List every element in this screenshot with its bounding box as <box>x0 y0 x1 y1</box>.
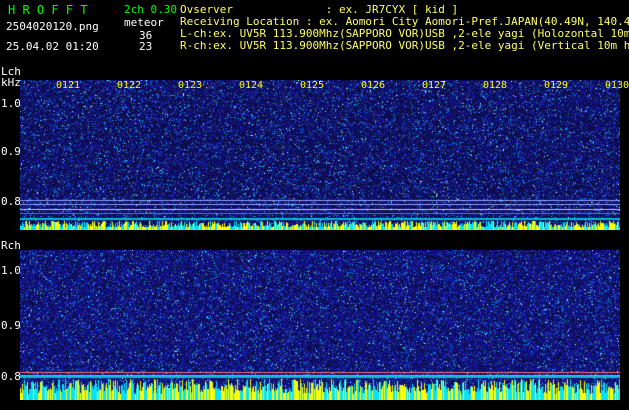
time-tick-label: 0124 <box>239 80 264 91</box>
filename-label: 2504020120.png <box>6 20 99 33</box>
time-tick-label: 0122 <box>117 80 142 91</box>
meteor-label: meteor <box>124 16 164 29</box>
time-tick-label: 0130 <box>605 80 629 91</box>
time-tick-label: 0127 <box>422 80 447 91</box>
mode-label: 2ch 0.30 <box>124 3 177 16</box>
time-tick-label: 0123 <box>178 80 203 91</box>
location-info: Receiving Location : ex. Aomori City Aom… <box>180 15 629 28</box>
rch-ytick-1.0: 1.0 <box>1 264 21 277</box>
time-tick-label: 0126 <box>361 80 386 91</box>
app-title: H R O F F T <box>8 3 88 17</box>
lch-ytick-1.0: 1.0 <box>1 97 21 110</box>
lch-spectrogram <box>20 80 620 230</box>
khz-unit-label: kHz <box>1 76 21 89</box>
time-tick-label: 0121 <box>56 80 81 91</box>
datetime-label: 25.04.02 01:20 <box>6 40 99 53</box>
lch-ytick-0.9: 0.9 <box>1 145 21 158</box>
rch-label: Rch <box>1 239 21 252</box>
rch-info: R-ch:ex. UV5R 113.900Mhz(SAPPORO VOR)USB… <box>180 40 629 51</box>
rch-ytick-0.8: 0.8 <box>1 370 21 383</box>
rch-spectrogram <box>20 250 620 400</box>
rch-ytick-0.9: 0.9 <box>1 319 21 332</box>
time-tick-label: 0129 <box>544 80 569 91</box>
lch-ytick-0.8: 0.8 <box>1 195 21 208</box>
observer-info: Ovserver : ex. JR7CYX [ kid ] <box>180 3 459 16</box>
time-tick-label: 0128 <box>483 80 508 91</box>
time-tick-label: 0125 <box>300 80 325 91</box>
lch-info: L-ch:ex. UV5R 113.900Mhz(SAPPORO VOR)USB… <box>180 28 629 39</box>
meteor-count-rch: 23 <box>139 40 153 53</box>
